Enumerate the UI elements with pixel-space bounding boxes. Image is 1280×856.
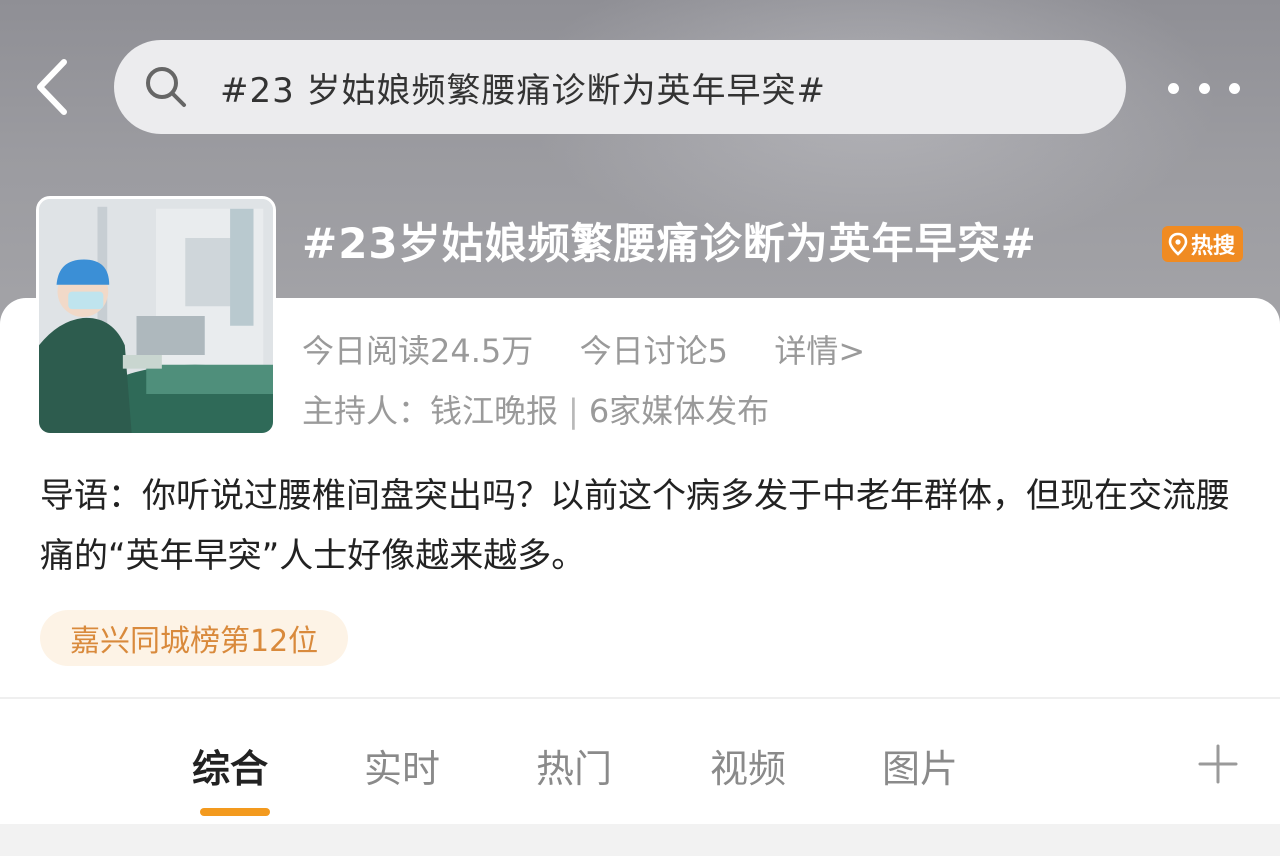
hot-badge-label: 热搜 (1191, 234, 1236, 259)
feed-tabs: 综合 实时 热门 视频 图片 (0, 700, 1280, 824)
tab-images[interactable]: 图片 (882, 738, 958, 793)
more-dots-icon (1168, 82, 1179, 94)
surgery-photo-icon (39, 199, 273, 433)
more-dots-icon (1198, 82, 1210, 94)
plus-icon (1198, 744, 1238, 784)
host-line: 主持人：钱江晚报 | 6家媒体发布 (302, 386, 769, 432)
search-icon (142, 63, 190, 111)
details-link[interactable]: 详情> (774, 332, 865, 370)
host-label: 主持人： (302, 392, 431, 430)
more-dots-icon (1229, 82, 1240, 94)
chevron-left-icon (37, 59, 67, 115)
back-button[interactable] (20, 52, 90, 122)
tab-comprehensive[interactable]: 综合 (192, 738, 268, 793)
feed-background (0, 824, 1280, 856)
today-reads: 今日阅读24.5万 (302, 332, 534, 370)
tab-realtime[interactable]: 实时 (364, 738, 440, 793)
separator: | (568, 392, 579, 430)
topic-thumbnail[interactable] (36, 196, 276, 436)
divider (0, 697, 1280, 699)
tab-video[interactable]: 视频 (710, 738, 786, 793)
search-bar[interactable]: #23 岁姑娘频繁腰痛诊断为英年早突# (114, 40, 1126, 134)
topic-stats-line: 今日阅读24.5万 今日讨论5 详情> (302, 326, 865, 372)
hot-search-badge: 热搜 (1162, 226, 1244, 262)
host-name[interactable]: 钱江晚报 (430, 392, 558, 430)
active-tab-indicator (200, 808, 270, 816)
more-options-button[interactable] (1168, 66, 1240, 110)
local-rank-tag[interactable]: 嘉兴同城榜第12位 (40, 610, 349, 666)
tab-hot[interactable]: 热门 (536, 738, 612, 793)
location-pin-icon (1168, 232, 1188, 256)
topic-title: #23岁姑娘频繁腰痛诊断为英年早突# (302, 219, 1037, 268)
media-count[interactable]: 6家媒体发布 (589, 392, 769, 430)
topic-intro: 导语：你听说过腰椎间盘突出吗？以前这个病多发于中老年群体，但现在交流腰痛的“英年… (40, 476, 1230, 576)
add-tab-button[interactable] (1196, 742, 1240, 786)
search-query-text[interactable]: #23 岁姑娘频繁腰痛诊断为英年早突# (220, 63, 826, 112)
today-discussions: 今日讨论5 (579, 332, 728, 370)
